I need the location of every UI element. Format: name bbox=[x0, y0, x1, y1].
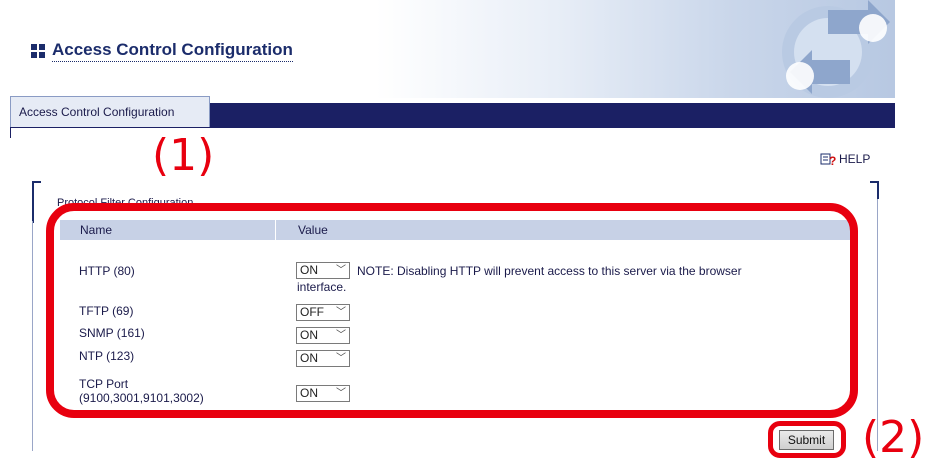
annotation-marker-2: (2) bbox=[862, 412, 925, 463]
frame-corner bbox=[32, 181, 41, 223]
tab-access-control[interactable]: Access Control Configuration bbox=[10, 96, 210, 127]
divider bbox=[0, 128, 11, 138]
help-link[interactable]: ? HELP bbox=[820, 152, 870, 166]
frame-corner bbox=[870, 181, 879, 199]
page-title: Access Control Configuration bbox=[31, 40, 293, 62]
tab-label: Access Control Configuration bbox=[19, 105, 175, 119]
help-book-icon: ? bbox=[820, 153, 836, 166]
grid-icon bbox=[31, 44, 45, 58]
highlight-box-1 bbox=[46, 203, 858, 418]
help-label: HELP bbox=[839, 152, 871, 166]
highlight-box-2 bbox=[768, 421, 846, 458]
frame-edge bbox=[32, 221, 33, 451]
network-arrows-icon bbox=[782, 0, 890, 98]
frame-edge bbox=[877, 199, 878, 451]
svg-text:?: ? bbox=[829, 154, 836, 166]
annotation-marker-1: (1) bbox=[152, 130, 215, 181]
page-title-text: Access Control Configuration bbox=[52, 40, 293, 62]
